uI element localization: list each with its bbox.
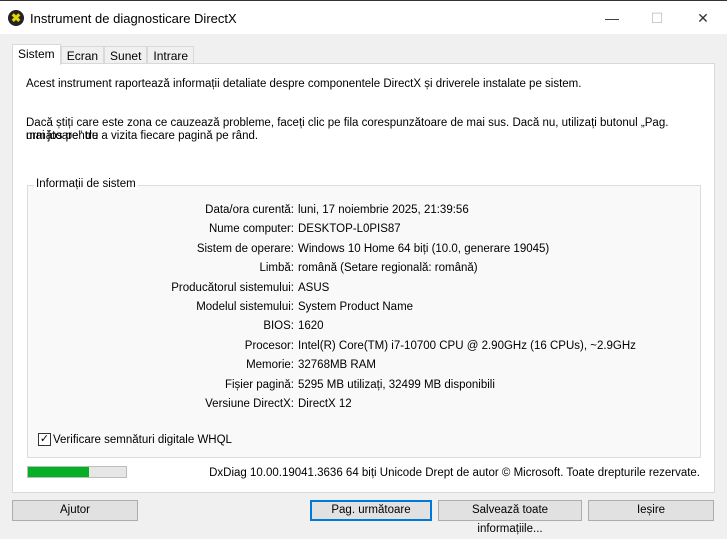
info-row: Limbă: română (Setare regională: română) [28, 262, 702, 278]
info-value: 1620 [298, 320, 324, 333]
help-button[interactable]: Ajutor [12, 500, 138, 521]
intro-text: Acest instrument raportează informații d… [26, 78, 582, 90]
version-copyright: DxDiag 10.00.19041.3636 64 biți Unicode … [209, 467, 700, 479]
info-label: BIOS: [263, 320, 294, 333]
info-row: Sistem de operare: Windows 10 Home 64 biț… [28, 243, 702, 259]
info-label: Nume computer: [208, 223, 294, 236]
next-page-button[interactable]: Pag. următoare [310, 500, 432, 521]
info-value: Intel(R) Core(TM) i7-10700 CPU @ 2.90GHz… [298, 339, 636, 352]
whql-checkbox[interactable]: ✓ Verificare semnături digitale WHQL [38, 433, 232, 446]
info-value: Windows 10 Home 64 biți (10.0, generare … [298, 242, 550, 255]
info-value: ASUS [298, 281, 330, 294]
progress-fill [28, 467, 89, 477]
info-value: 5295 MB utilizați, 32499 MB disponibili [298, 378, 495, 391]
info-row: BIOS: 1620 [28, 320, 702, 336]
title-bar: ✖ Instrument de diagnosticare DirectX — … [0, 0, 727, 34]
group-title: Informații de sistem [34, 178, 138, 190]
info-label: Versiune DirectX: [205, 398, 294, 410]
info-row: Nume computer: DESKTOP-L0PIS87 [28, 223, 702, 239]
info-value: 32768MB RAM [298, 359, 376, 372]
info-row: Producătorul sistemului: ASUS [28, 282, 702, 298]
info-label: Limbă: [259, 262, 294, 275]
help-text-line2: mai jos pentru a vizita fiecare pagină p… [26, 130, 259, 142]
system-info-group: Informații de sistem Data/ora curentă: lu… [27, 178, 702, 458]
exit-button[interactable]: Ieșire [588, 500, 714, 521]
info-row: Data/ora curentă: luni, 17 noiembrie 2025… [28, 204, 702, 220]
tab-panel: Acest instrument raportează informații d… [12, 63, 715, 493]
info-row: Procesor: Intel(R) Core(TM) i7-10700 CPU … [28, 340, 702, 356]
minimize-button[interactable]: — [597, 7, 627, 29]
maximize-button[interactable]: ☐ [642, 7, 672, 29]
window-title: Instrument de diagnosticare DirectX [30, 11, 237, 26]
info-row: Memorie: 32768MB RAM [28, 359, 702, 375]
save-all-button[interactable]: Salvează toate informațiile... [438, 500, 582, 535]
info-label: Data/ora curentă: [205, 204, 294, 216]
close-button[interactable]: ✕ [688, 7, 718, 29]
tab-sistem[interactable]: Sistem [12, 44, 61, 65]
info-label: Producătorul sistemului: [171, 281, 294, 294]
info-row: Modelul sistemului: System Product Name [28, 301, 702, 317]
info-label: Memorie: [246, 359, 294, 372]
info-row: Versiune DirectX: DirectX 12 [28, 398, 702, 414]
info-value: DirectX 12 [298, 398, 352, 410]
info-row: Fișier pagină: 5295 MB utilizați, 32499 M… [28, 379, 702, 395]
info-value: System Product Name [298, 301, 414, 313]
checkmark-icon: ✓ [38, 433, 51, 446]
info-label: Modelul sistemului: [196, 301, 294, 313]
info-value: DESKTOP-L0PIS87 [298, 223, 401, 236]
whql-label: Verificare semnături digitale WHQL [53, 433, 232, 446]
progress-bar [27, 466, 127, 478]
info-value: luni, 17 noiembrie 2025, 21:39:56 [298, 204, 469, 216]
info-label: Fișier pagină: [224, 378, 294, 391]
directx-icon: ✖ [8, 10, 24, 26]
info-label: Sistem de operare: [196, 242, 294, 255]
tab-bar: Sistem Ecran Sunet Intrare [12, 44, 195, 65]
info-value: română (Setare regională: română) [298, 262, 478, 275]
info-label: Procesor: [244, 339, 294, 352]
